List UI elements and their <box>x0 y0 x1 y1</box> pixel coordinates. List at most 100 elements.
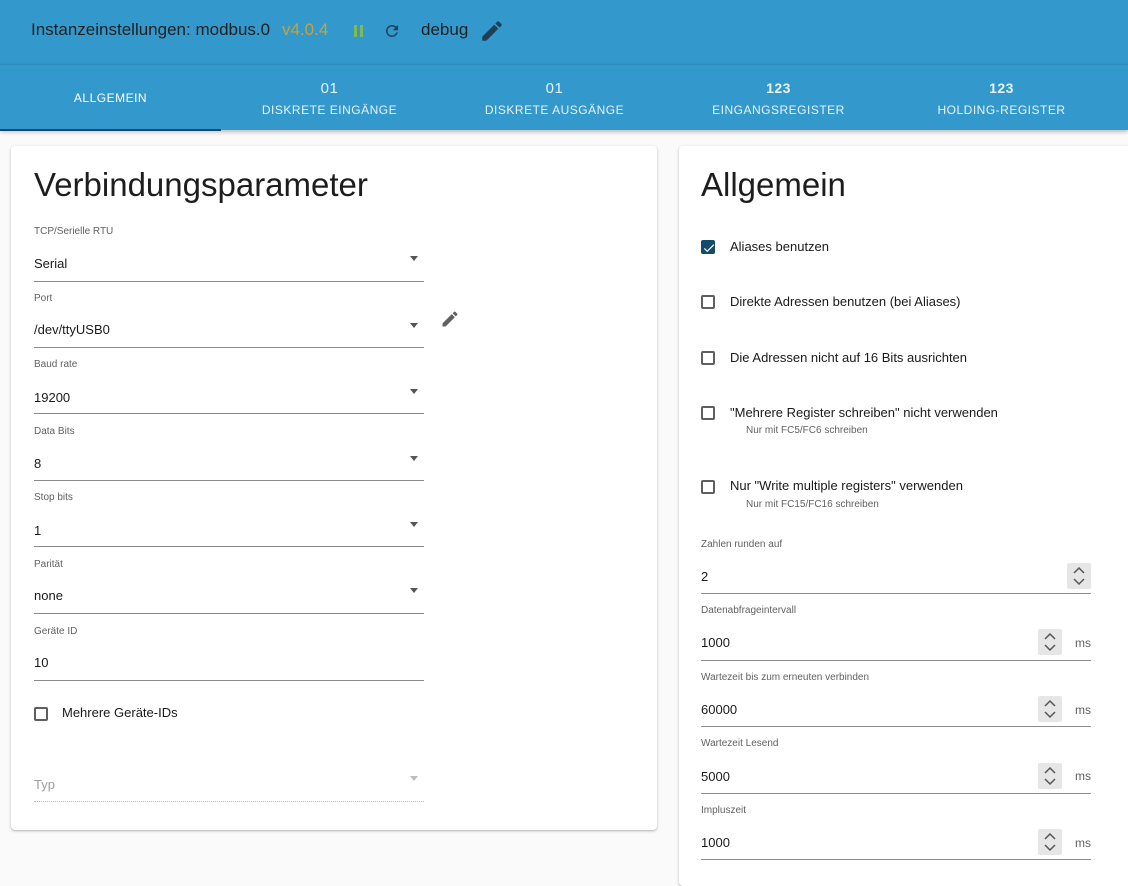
chevron-down-icon <box>410 389 418 394</box>
tab-allgemein[interactable]: ALLGEMEIN <box>0 65 221 131</box>
field-underline <box>701 859 1091 860</box>
chevron-down-icon <box>410 588 418 593</box>
multi-device-label: Mehrere Geräte-IDs <box>62 705 178 720</box>
pause-icon[interactable] <box>353 25 365 37</box>
adapter-version: v4.0.4 <box>282 20 329 39</box>
field-underline <box>701 726 1091 727</box>
field-label: Impluszeit <box>701 805 747 816</box>
typ-select[interactable]: Typ <box>34 766 424 802</box>
field-label: Baud rate <box>34 359 78 370</box>
field-underline <box>34 281 424 282</box>
round-input[interactable]: Zahlen runden auf 2 <box>701 539 1093 595</box>
tab-icon-01: 01 <box>545 80 564 97</box>
field-value: 5000 <box>701 769 730 784</box>
field-value: 1 <box>34 523 42 538</box>
no-multi-write-checkbox[interactable] <box>701 406 715 420</box>
field-underline <box>34 480 424 481</box>
chevron-down-icon <box>410 776 418 781</box>
chevron-down-icon <box>410 456 418 461</box>
field-label: Datenabfrageintervall <box>701 605 797 616</box>
edit-loglevel-icon[interactable] <box>479 18 505 44</box>
tab-label: DISKRETE EINGÄNGE <box>261 103 398 117</box>
field-label: Wartezeit bis zum erneuten verbinden <box>701 672 870 683</box>
number-stepper[interactable] <box>1038 763 1062 789</box>
field-value: Serial <box>34 256 68 271</box>
pulse-time-input[interactable]: Impluszeit 1000 ms <box>701 805 1093 861</box>
baud-rate-select[interactable]: Baud rate 19200 <box>34 359 424 415</box>
tab-diskrete-eingaenge[interactable]: 01 DISKRETE EINGÄNGE <box>219 65 440 131</box>
tab-diskrete-ausgaenge[interactable]: 01 DISKRETE AUSGÄNGE <box>444 65 665 131</box>
tab-icon-123: 123 <box>989 80 1014 96</box>
poll-interval-input[interactable]: Datenabfrageintervall 1000 ms <box>701 605 1093 661</box>
tab-eingangsregister[interactable]: 123 EINGANGSREGISTER <box>668 65 889 131</box>
tab-label: HOLDING-REGISTER <box>937 103 1066 117</box>
tab-icon-123: 123 <box>766 80 791 96</box>
field-value: 2 <box>701 569 709 584</box>
reload-icon[interactable] <box>383 22 401 40</box>
data-bits-select[interactable]: Data Bits 8 <box>34 426 424 482</box>
field-underline <box>34 413 424 414</box>
connection-card: Verbindungsparameter TCP/Serielle RTU Se… <box>11 146 657 830</box>
field-value: 19200 <box>34 390 71 405</box>
field-underline <box>34 546 424 547</box>
edit-port-icon[interactable] <box>440 309 460 329</box>
port-select[interactable]: Port /dev/ttyUSB0 <box>34 293 424 349</box>
field-value: 10 <box>34 655 49 670</box>
active-tab-indicator <box>0 129 221 131</box>
chevron-down-icon <box>410 256 418 261</box>
number-stepper[interactable] <box>1038 629 1062 655</box>
aliases-checkbox[interactable] <box>701 240 715 254</box>
field-value: 1000 <box>701 635 730 650</box>
tab-label: EINGANGSREGISTER <box>712 103 845 117</box>
connection-title: Verbindungsparameter <box>34 166 368 203</box>
field-underline <box>701 593 1091 594</box>
option-label: "Mehrere Register schreiben" nicht verwe… <box>730 405 998 420</box>
log-level: debug <box>421 20 469 39</box>
general-card: Allgemein Aliases benutzen Direkte Adres… <box>679 146 1128 886</box>
instance-title: Instanzeinstellungen: modbus.0 <box>31 20 271 39</box>
field-label: Parität <box>34 559 63 570</box>
option-label: Die Adressen nicht auf 16 Bits ausrichte… <box>730 350 968 365</box>
unit-label: ms <box>1075 703 1091 717</box>
number-stepper[interactable] <box>1038 696 1062 722</box>
field-underline <box>701 793 1091 794</box>
field-value: 8 <box>34 456 42 471</box>
field-underline <box>34 680 424 681</box>
typ-placeholder: Typ <box>34 777 55 792</box>
number-stepper[interactable] <box>1067 563 1091 589</box>
parity-select[interactable]: Parität none <box>34 559 424 615</box>
field-value: 60000 <box>701 702 738 717</box>
unit-label: ms <box>1075 836 1091 850</box>
tab-holding-register[interactable]: 123 HOLDING-REGISTER <box>891 65 1112 131</box>
tab-icon-01: 01 <box>320 80 339 97</box>
field-underline <box>34 613 424 614</box>
tab-bar: ALLGEMEIN 01 DISKRETE EINGÄNGE 01 DISKRE… <box>0 64 1128 131</box>
field-label: Wartezeit Lesend <box>701 738 779 749</box>
chevron-down-icon <box>410 522 418 527</box>
option-helper: Nur mit FC15/FC16 schreiben <box>746 499 879 510</box>
reconnect-timeout-input[interactable]: Wartezeit bis zum erneuten verbinden 600… <box>701 672 1093 728</box>
multi-device-checkbox[interactable] <box>34 707 48 721</box>
field-underline <box>701 660 1091 661</box>
app-header: Instanzeinstellungen: modbus.0 v4.0.4 de… <box>0 0 1128 64</box>
only-multi-write-checkbox[interactable] <box>701 480 715 494</box>
option-helper: Nur mit FC5/FC6 schreiben <box>746 425 868 436</box>
connection-type-select[interactable]: TCP/Serielle RTU Serial <box>34 226 424 282</box>
field-value: none <box>34 588 63 603</box>
option-label: Direkte Adressen benutzen (bei Aliases) <box>730 294 961 309</box>
field-label: Zahlen runden auf <box>701 539 783 550</box>
general-title: Allgemein <box>701 166 846 203</box>
number-stepper[interactable] <box>1038 829 1062 855</box>
direct-addresses-checkbox[interactable] <box>701 295 715 309</box>
read-timeout-input[interactable]: Wartezeit Lesend 5000 ms <box>701 738 1093 794</box>
tab-label: ALLGEMEIN <box>73 91 148 105</box>
field-label: Data Bits <box>34 426 75 437</box>
field-underline <box>34 801 424 802</box>
stop-bits-select[interactable]: Stop bits 1 <box>34 492 424 548</box>
unit-label: ms <box>1075 769 1091 783</box>
no-align-16bit-checkbox[interactable] <box>701 351 715 365</box>
field-underline <box>34 347 424 348</box>
device-id-input[interactable]: Geräte ID 10 <box>34 626 424 682</box>
tab-label: DISKRETE AUSGÄNGE <box>484 103 625 117</box>
field-label: TCP/Serielle RTU <box>34 226 114 237</box>
